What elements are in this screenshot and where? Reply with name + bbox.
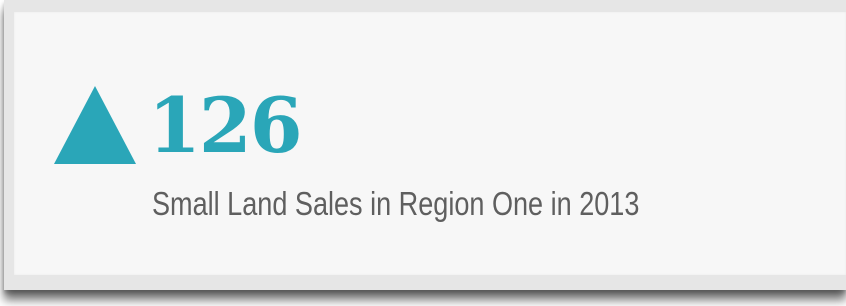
- arrow-up-icon: [54, 86, 136, 164]
- stat-value: 126: [148, 81, 303, 170]
- stat-card: 126 Small Land Sales in Region One in 20…: [14, 12, 846, 275]
- stat-caption: Small Land Sales in Region One in 2013: [152, 185, 640, 222]
